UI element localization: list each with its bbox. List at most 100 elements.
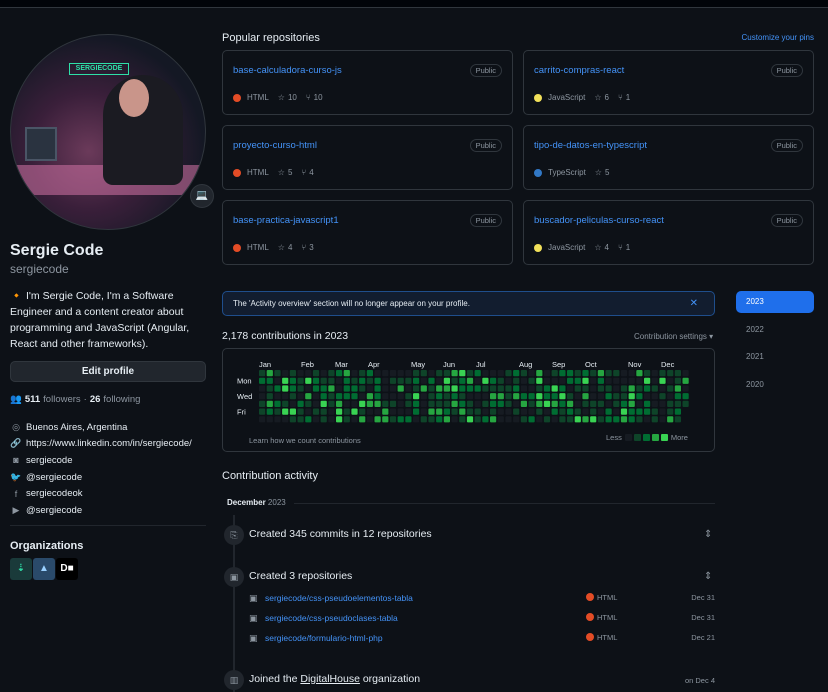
contribution-day-cell[interactable] bbox=[405, 370, 412, 377]
contribution-day-cell[interactable] bbox=[528, 400, 535, 407]
contribution-day-cell[interactable] bbox=[259, 385, 266, 392]
contribution-day-cell[interactable] bbox=[343, 370, 350, 377]
contribution-day-cell[interactable] bbox=[289, 400, 296, 407]
contribution-day-cell[interactable] bbox=[520, 416, 527, 423]
contribution-day-cell[interactable] bbox=[382, 377, 389, 384]
contribution-day-cell[interactable] bbox=[674, 385, 681, 392]
repo-name-link[interactable]: carrito-compras-react bbox=[534, 65, 624, 76]
contribution-day-cell[interactable] bbox=[582, 408, 589, 415]
avatar[interactable]: SERGIECODE bbox=[10, 34, 206, 230]
contribution-day-cell[interactable] bbox=[405, 393, 412, 400]
contribution-day-cell[interactable] bbox=[490, 370, 497, 377]
contribution-day-cell[interactable] bbox=[513, 385, 520, 392]
contribution-day-cell[interactable] bbox=[413, 370, 420, 377]
contribution-day-cell[interactable] bbox=[312, 377, 320, 384]
contribution-day-cell[interactable] bbox=[459, 370, 466, 377]
contribution-day-cell[interactable] bbox=[520, 370, 527, 377]
repo-stars[interactable]: ☆ 5 bbox=[278, 168, 293, 177]
contribution-day-cell[interactable] bbox=[574, 408, 581, 415]
contribution-day-cell[interactable] bbox=[613, 377, 620, 384]
contribution-day-cell[interactable] bbox=[644, 408, 651, 415]
contribution-day-cell[interactable] bbox=[559, 377, 566, 384]
contribution-day-cell[interactable] bbox=[497, 393, 504, 400]
contribution-day-cell[interactable] bbox=[482, 385, 489, 392]
contribution-day-cell[interactable] bbox=[397, 408, 404, 415]
repo-forks[interactable]: ⑂ 1 bbox=[618, 243, 630, 252]
contribution-day-cell[interactable] bbox=[551, 393, 558, 400]
contribution-day-cell[interactable] bbox=[559, 400, 566, 407]
contribution-day-cell[interactable] bbox=[490, 393, 497, 400]
contribution-day-cell[interactable] bbox=[420, 385, 427, 392]
contribution-day-cell[interactable] bbox=[343, 377, 350, 384]
contribution-day-cell[interactable] bbox=[620, 370, 628, 377]
contribution-day-cell[interactable] bbox=[474, 393, 481, 400]
contribution-day-cell[interactable] bbox=[451, 400, 458, 407]
followers-label[interactable]: followers bbox=[43, 394, 81, 405]
contribution-day-cell[interactable] bbox=[389, 370, 397, 377]
contribution-day-cell[interactable] bbox=[312, 393, 320, 400]
contribution-day-cell[interactable] bbox=[674, 400, 681, 407]
contribution-day-cell[interactable] bbox=[359, 370, 366, 377]
contribution-day-cell[interactable] bbox=[259, 393, 266, 400]
contribution-day-cell[interactable] bbox=[543, 416, 551, 423]
contribution-day-cell[interactable] bbox=[536, 377, 543, 384]
contribution-day-cell[interactable] bbox=[451, 370, 458, 377]
contribution-day-cell[interactable] bbox=[482, 416, 489, 423]
contribution-day-cell[interactable] bbox=[651, 416, 658, 423]
contribution-day-cell[interactable] bbox=[644, 400, 651, 407]
contribution-day-cell[interactable] bbox=[628, 377, 635, 384]
repo-forks[interactable]: ⑂ 1 bbox=[618, 93, 630, 102]
contribution-day-cell[interactable] bbox=[428, 416, 435, 423]
following-label[interactable]: following bbox=[103, 394, 140, 405]
contribution-day-cell[interactable] bbox=[490, 385, 497, 392]
contribution-day-cell[interactable] bbox=[520, 385, 527, 392]
contribution-day-cell[interactable] bbox=[651, 377, 658, 384]
contribution-day-cell[interactable] bbox=[659, 385, 666, 392]
contribution-day-cell[interactable] bbox=[397, 370, 404, 377]
contribution-day-cell[interactable] bbox=[413, 385, 420, 392]
contribution-day-cell[interactable] bbox=[505, 400, 512, 407]
contribution-day-cell[interactable] bbox=[528, 385, 535, 392]
contribution-day-cell[interactable] bbox=[274, 370, 281, 377]
contribution-day-cell[interactable] bbox=[282, 370, 289, 377]
contribution-day-cell[interactable] bbox=[428, 408, 435, 415]
contribution-day-cell[interactable] bbox=[336, 370, 343, 377]
contribution-day-cell[interactable] bbox=[420, 400, 427, 407]
contribution-day-cell[interactable] bbox=[274, 416, 281, 423]
contribution-day-cell[interactable] bbox=[282, 385, 289, 392]
repo-name-link[interactable]: buscador-peliculas-curso-react bbox=[534, 215, 664, 226]
contribution-day-cell[interactable] bbox=[259, 408, 266, 415]
contribution-day-cell[interactable] bbox=[305, 408, 312, 415]
contribution-day-cell[interactable] bbox=[366, 385, 373, 392]
contribution-day-cell[interactable] bbox=[428, 393, 435, 400]
contribution-day-cell[interactable] bbox=[374, 416, 381, 423]
contribution-day-cell[interactable] bbox=[305, 393, 312, 400]
contribution-day-cell[interactable] bbox=[551, 370, 558, 377]
contribution-day-cell[interactable] bbox=[651, 385, 658, 392]
contribution-day-cell[interactable] bbox=[359, 400, 366, 407]
contribution-day-cell[interactable] bbox=[259, 370, 266, 377]
contribution-day-cell[interactable] bbox=[636, 370, 643, 377]
contribution-day-cell[interactable] bbox=[428, 377, 435, 384]
contribution-day-cell[interactable] bbox=[536, 416, 543, 423]
contribution-day-cell[interactable] bbox=[282, 408, 289, 415]
contribution-day-cell[interactable] bbox=[382, 393, 389, 400]
website-row[interactable]: 🔗 https://www.linkedin.com/in/sergiecode/ bbox=[10, 436, 208, 453]
contribution-day-cell[interactable] bbox=[312, 400, 320, 407]
contribution-day-cell[interactable] bbox=[667, 408, 674, 415]
contribution-day-cell[interactable] bbox=[651, 370, 658, 377]
contribution-day-cell[interactable] bbox=[597, 400, 604, 407]
collapse-icon[interactable]: ⇕ bbox=[704, 571, 712, 582]
contribution-day-cell[interactable] bbox=[343, 400, 350, 407]
contribution-day-cell[interactable] bbox=[443, 393, 450, 400]
contribution-day-cell[interactable] bbox=[397, 400, 404, 407]
contribution-day-cell[interactable] bbox=[389, 385, 397, 392]
contribution-day-cell[interactable] bbox=[605, 393, 612, 400]
contribution-day-cell[interactable] bbox=[659, 377, 666, 384]
expand-icon[interactable]: ⇕ bbox=[704, 529, 712, 540]
contribution-day-cell[interactable] bbox=[528, 377, 535, 384]
contribution-day-cell[interactable] bbox=[497, 416, 504, 423]
contribution-day-cell[interactable] bbox=[597, 370, 604, 377]
repo-stars[interactable]: ☆ 5 bbox=[595, 168, 610, 177]
contribution-day-cell[interactable] bbox=[659, 393, 666, 400]
